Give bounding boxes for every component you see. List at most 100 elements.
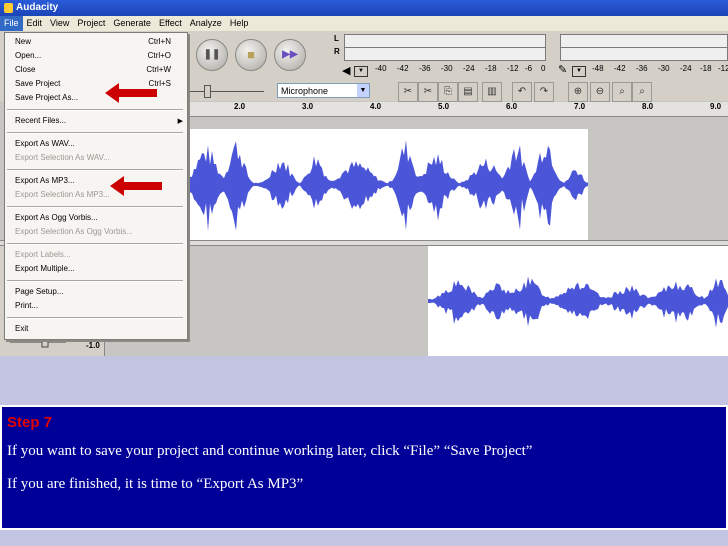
meter-scale-label: -24 — [463, 64, 475, 73]
menu-separator — [7, 317, 183, 319]
menu-analyze[interactable]: Analyze — [186, 16, 226, 31]
zoom-in-button[interactable]: ⊕ — [568, 82, 588, 102]
ruler-tick: 9.0 — [710, 102, 722, 111]
ruler-tick: 4.0 — [370, 102, 382, 111]
red-arrow-icon — [105, 83, 157, 103]
output-meter-left — [344, 34, 546, 48]
menu-item-close[interactable]: Close — [15, 64, 35, 76]
menu-item-print[interactable]: Print... — [15, 300, 38, 312]
menu-separator — [7, 243, 183, 245]
meter-dropdown-icon[interactable]: ▼ — [354, 66, 368, 77]
menu-item-exit[interactable]: Exit — [15, 323, 28, 335]
meter-scale-label: -40 — [375, 64, 387, 73]
menu-view[interactable]: View — [46, 16, 73, 31]
meter-scale-label: -24 — [680, 64, 692, 73]
ruler-tick: 7.0 — [574, 102, 586, 111]
menu-item-open[interactable]: Open... — [15, 50, 41, 62]
meter-left-label: L — [334, 34, 339, 43]
menu-edit[interactable]: Edit — [23, 16, 47, 31]
menu-item-recent-files[interactable]: Recent Files... — [15, 115, 66, 127]
track-1-empty-area[interactable] — [588, 129, 728, 240]
track-1-waveform[interactable] — [186, 129, 588, 240]
menu-generate[interactable]: Generate — [109, 16, 155, 31]
panel-band-top — [0, 356, 728, 405]
input-meter-dropdown-icon[interactable]: ▼ — [572, 66, 586, 77]
meter-scale-label: -12 — [507, 64, 519, 73]
meter-scale-label: -36 — [636, 64, 648, 73]
meter-scale-label: -42 — [397, 64, 409, 73]
track-2-wave-svg — [428, 276, 728, 328]
menu-item-export-mp3[interactable]: Export As MP3... — [15, 175, 75, 187]
shortcut-new: Ctrl+N — [148, 37, 171, 46]
audacity-app-icon — [4, 3, 13, 13]
copy-button[interactable]: ⎘ — [438, 82, 458, 102]
menu-separator — [7, 169, 183, 171]
skip-to-end-button[interactable]: ▶▶ — [274, 39, 306, 71]
meter-scale-label: -48 — [592, 64, 604, 73]
ruler-tick: 5.0 — [438, 102, 450, 111]
menu-separator — [7, 206, 183, 208]
shortcut-open: Ctrl+O — [147, 51, 171, 60]
menu-item-page-setup[interactable]: Page Setup... — [15, 286, 63, 298]
red-arrow-icon — [110, 176, 162, 196]
pause-button[interactable]: ❚❚ — [196, 39, 228, 71]
undo-button[interactable]: ↶ — [512, 82, 532, 102]
cursor-tool-button[interactable]: ✂ — [398, 82, 418, 102]
gain-value: -1.0 — [86, 341, 100, 350]
input-meter-left — [560, 34, 728, 48]
fit-project-button[interactable]: ⌕ — [632, 82, 652, 102]
trim-button[interactable]: ▥ — [482, 82, 502, 102]
pause-icon: ❚❚ — [203, 49, 221, 60]
volume-slider-thumb[interactable] — [204, 85, 211, 98]
title-bar: Audacity — [0, 0, 728, 16]
submenu-arrow-icon: ▶ — [177, 118, 183, 125]
meter-right-label: R — [334, 47, 340, 56]
volume-slider-track[interactable] — [190, 91, 264, 92]
track-1-wave-svg — [186, 140, 588, 232]
menu-item-export-wav[interactable]: Export As WAV... — [15, 138, 75, 150]
shortcut-close: Ctrl+W — [146, 65, 171, 74]
instruction-line-1: If you want to save your project and con… — [7, 443, 533, 459]
menu-separator — [7, 132, 183, 134]
menu-item-save-project-as[interactable]: Save Project As... — [15, 92, 78, 104]
redo-button[interactable]: ↷ — [534, 82, 554, 102]
meter-scale-label: -12 — [718, 64, 728, 73]
menu-file[interactable]: File — [0, 16, 23, 31]
input-source-select[interactable]: Microphone ▼ — [277, 83, 370, 98]
instruction-panel: Step 7 If you want to save your project … — [0, 356, 728, 546]
menu-item-save-project[interactable]: Save Project — [15, 78, 60, 90]
menu-item-export-selection-wav: Export Selection As WAV... — [15, 153, 110, 162]
menu-separator — [7, 280, 183, 282]
menu-project[interactable]: Project — [73, 16, 109, 31]
audacity-window: Audacity File Edit View Project Generate Effe… — [0, 0, 728, 356]
track-2-waveform[interactable] — [428, 246, 728, 356]
meter-scale-label: -18 — [485, 64, 497, 73]
cut-button[interactable]: ✂ — [418, 82, 438, 102]
paste-button[interactable]: ▤ — [458, 82, 478, 102]
meter-scale-label: -18 — [700, 64, 712, 73]
stop-button[interactable]: ■ — [235, 39, 267, 71]
ruler-tick: 6.0 — [506, 102, 518, 111]
ruler-tick: 3.0 — [302, 102, 314, 111]
menu-help[interactable]: Help — [226, 16, 253, 31]
step-title: Step 7 — [7, 414, 53, 431]
zoom-out-button[interactable]: ⊖ — [590, 82, 610, 102]
output-meter-right — [344, 47, 546, 61]
menu-item-export-labels: Export Labels... — [15, 250, 71, 259]
instruction-box — [2, 407, 726, 528]
panel-band-bottom — [0, 530, 728, 546]
speaker-icon[interactable]: ◀ — [342, 64, 350, 77]
menu-item-new[interactable]: New — [15, 36, 31, 48]
skip-end-icon: ▶▶ — [282, 49, 298, 60]
menu-bar: File Edit View Project Generate Effect Analyze… — [0, 16, 728, 31]
stop-icon: ■ — [247, 47, 255, 62]
meter-scale-label: -30 — [441, 64, 453, 73]
meter-scale-label: -6 — [525, 64, 533, 73]
menu-item-export-ogg[interactable]: Export As Ogg Vorbis... — [15, 212, 98, 224]
timeline-ruler[interactable]: 2.0 3.0 4.0 5.0 6.0 7.0 8.0 9.0 — [186, 102, 728, 117]
fit-selection-button[interactable]: ⌕ — [612, 82, 632, 102]
microphone-icon[interactable]: ✎ — [558, 63, 567, 76]
chevron-down-icon: ▼ — [357, 84, 369, 97]
menu-effect[interactable]: Effect — [155, 16, 186, 31]
menu-item-export-multiple[interactable]: Export Multiple... — [15, 263, 75, 275]
